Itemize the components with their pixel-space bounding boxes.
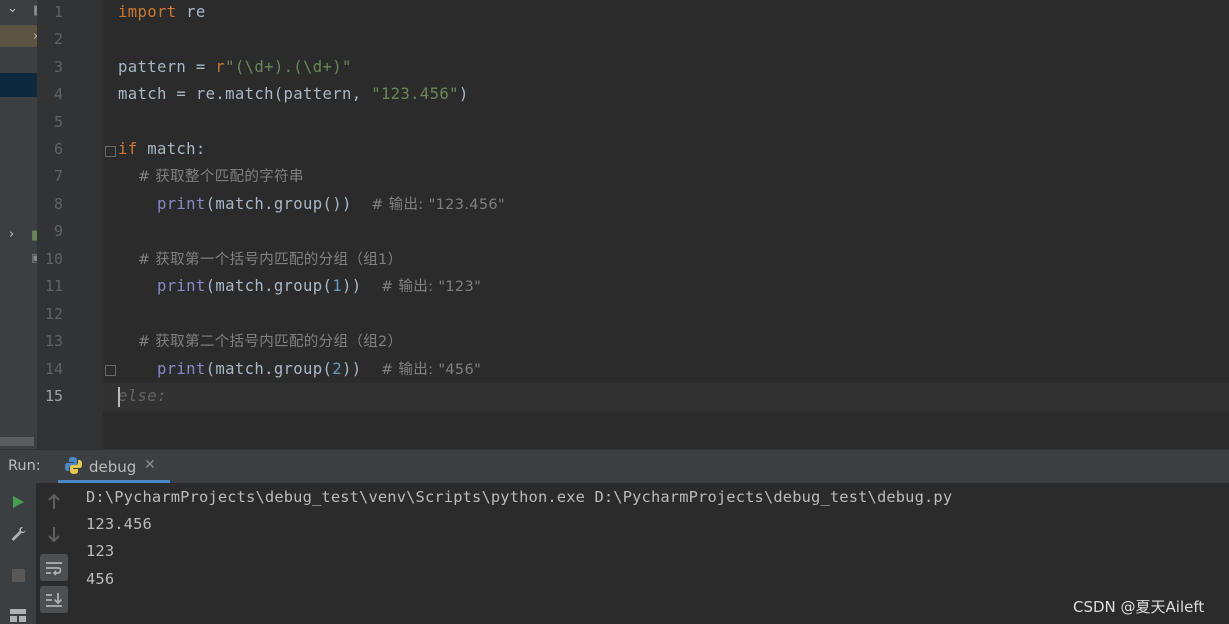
comment: # 获取整个匹配的字符串 (118, 169, 304, 185)
string-literal: "123.456" (371, 85, 459, 103)
line-number: 14 (44, 360, 63, 378)
code-text: (match.group( (205, 360, 333, 378)
code-line[interactable]: import re (118, 0, 206, 26)
line-number-current: 15 (44, 387, 63, 405)
string-literal: "(\d+).(\d+)" (225, 58, 352, 76)
comment: # 获取第一个括号内匹配的分组（组1） (118, 252, 403, 268)
comment: # 输出: "123" (380, 279, 482, 295)
comment: # 获取第二个括号内匹配的分组（组2） (118, 334, 403, 350)
fold-marker-icon[interactable] (105, 365, 116, 376)
comment: # 输出: "456" (380, 362, 482, 378)
code-line[interactable]: else: (118, 383, 167, 410)
code-line[interactable]: # 获取整个匹配的字符串 (118, 163, 304, 191)
text-caret (118, 387, 120, 407)
horizontal-scrollbar[interactable] (0, 437, 34, 446)
keyword: if (118, 140, 138, 158)
line-number: 5 (53, 113, 63, 131)
run-panel-header (0, 450, 1229, 483)
line-number: 9 (53, 222, 63, 240)
code-text: ) (458, 85, 469, 103)
builtin: print (118, 277, 206, 295)
tree-row-selected[interactable] (0, 73, 37, 97)
console-line[interactable]: 456 (86, 566, 114, 593)
tree-row-highlight[interactable] (0, 25, 37, 47)
line-number: 11 (44, 277, 63, 295)
scroll-to-end-icon[interactable] (40, 586, 68, 613)
code-text: (match.group( (205, 277, 333, 295)
line-number: 6 (53, 140, 63, 158)
stop-icon[interactable] (8, 565, 28, 585)
chevron-right-icon[interactable]: › (9, 227, 14, 242)
number-literal: 2 (332, 360, 343, 378)
tab-label[interactable]: debug (89, 458, 136, 476)
code-text: pattern = (118, 58, 216, 76)
line-number: 7 (53, 167, 63, 185)
code-line[interactable]: print(match.group(1)) # 输出: "123" (118, 273, 481, 301)
fold-marker-icon[interactable] (105, 146, 116, 157)
code-text: match: (137, 140, 206, 158)
line-number: 1 (53, 3, 63, 21)
code-text: re (176, 3, 206, 21)
run-panel-title: Run: (8, 458, 41, 474)
line-number: 8 (53, 195, 63, 213)
line-number: 3 (53, 58, 63, 76)
code-line[interactable]: print(match.group()) # 输出: "123.456" (118, 191, 505, 219)
python-icon (64, 456, 83, 479)
console-line[interactable]: D:\PycharmProjects\debug_test\venv\Scrip… (86, 484, 952, 511)
line-number: 4 (53, 85, 63, 103)
keyword: import (118, 3, 177, 21)
code-text: )) (342, 277, 381, 295)
code-line[interactable]: if match: (118, 136, 206, 163)
run-icon[interactable] (8, 492, 28, 512)
number-literal: 1 (332, 277, 343, 295)
up-arrow-icon[interactable] (44, 492, 64, 512)
chevron-down-icon[interactable]: ⌄ (7, 1, 18, 16)
down-arrow-icon[interactable] (44, 524, 64, 544)
code-line[interactable]: # 获取第一个括号内匹配的分组（组1） (118, 246, 402, 274)
line-number: 13 (44, 332, 63, 350)
layout-icon[interactable] (8, 605, 28, 624)
string-prefix: r (215, 58, 226, 76)
close-icon[interactable]: ✕ (144, 457, 156, 473)
console-line[interactable]: 123 (86, 538, 114, 565)
code-text: )) (342, 360, 381, 378)
soft-wrap-icon[interactable] (40, 554, 68, 581)
project-tool-strip (0, 0, 37, 449)
current-line-highlight (103, 383, 1229, 411)
code-line[interactable]: # 获取第二个括号内匹配的分组（组2） (118, 328, 402, 356)
comment: # 输出: "123.456" (371, 197, 506, 213)
completion-hint[interactable]: else: (118, 387, 167, 405)
builtin: print (118, 195, 206, 213)
builtin: print (118, 360, 206, 378)
code-line[interactable]: match = re.match(pattern, "123.456") (118, 81, 469, 108)
line-number: 2 (53, 30, 63, 48)
line-number: 10 (44, 250, 63, 268)
code-line[interactable]: print(match.group(2)) # 输出: "456" (118, 356, 481, 384)
code-line[interactable]: pattern = r"(\d+).(\d+)" (118, 54, 352, 81)
code-text: match = re.match(pattern, (118, 85, 372, 103)
line-number: 12 (44, 305, 63, 323)
wrench-icon[interactable] (8, 524, 28, 544)
code-text: (match.group()) (205, 195, 372, 213)
console-line[interactable]: 123.456 (86, 511, 152, 538)
watermark: CSDN @夏天Aileft (1073, 598, 1205, 616)
